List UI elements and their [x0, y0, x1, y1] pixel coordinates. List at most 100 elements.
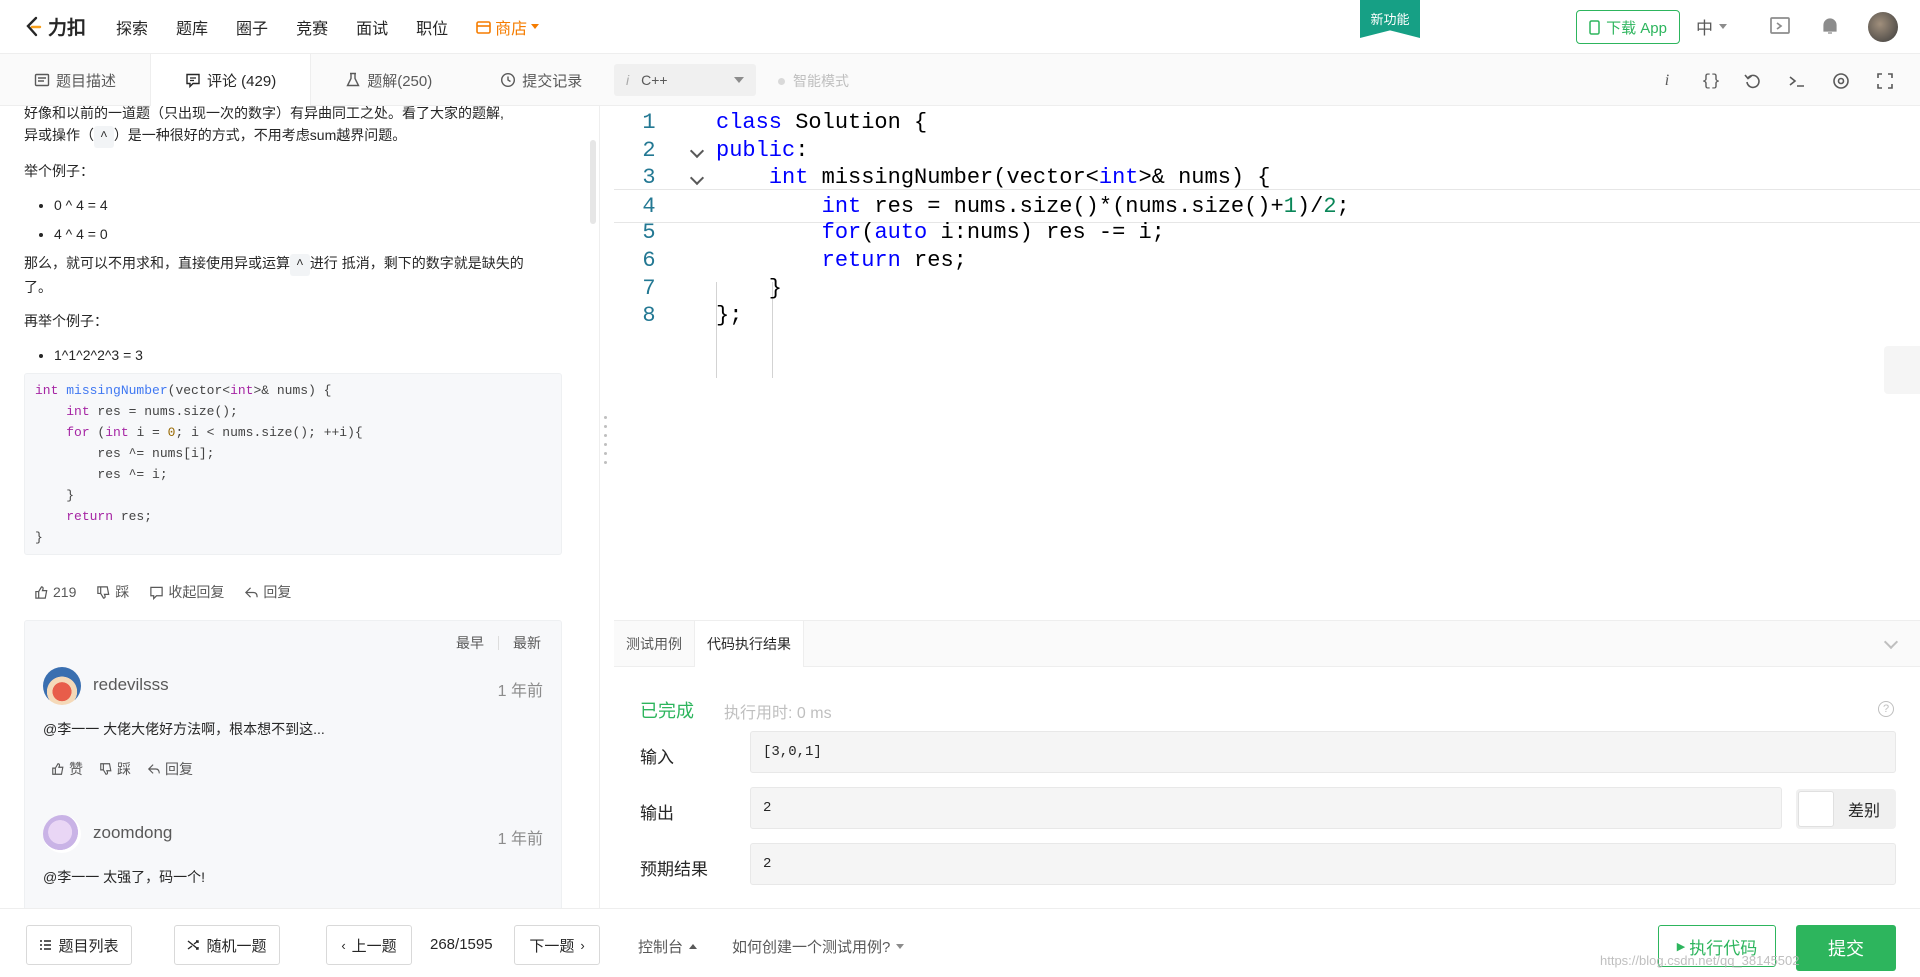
- watermark: https://blog.csdn.net/qq_38145502: [1600, 953, 1800, 968]
- reply-reply-button[interactable]: 回复: [147, 759, 193, 779]
- dislike-button[interactable]: 踩: [96, 582, 129, 602]
- tab-comments[interactable]: 评论 (429): [150, 54, 312, 106]
- console-label: 控制台: [638, 939, 684, 956]
- problem-list-button[interactable]: 题目列表: [26, 925, 132, 965]
- language-select[interactable]: i C++: [614, 64, 756, 96]
- nav-circle[interactable]: 圈子: [236, 15, 268, 39]
- code-text: };: [716, 303, 743, 329]
- scrollbar[interactable]: [590, 140, 596, 224]
- avatar[interactable]: [43, 667, 81, 705]
- random-problem-label: 随机一题: [206, 937, 267, 955]
- nav-shop[interactable]: 商店: [476, 15, 540, 39]
- random-problem-button[interactable]: 随机一题: [174, 925, 280, 965]
- thumbs-up-icon: [35, 585, 48, 599]
- list-icon: [40, 940, 52, 950]
- nav-problemset[interactable]: 题库: [176, 15, 208, 39]
- submit-button[interactable]: 提交: [1796, 925, 1896, 971]
- main-nav: 探索 题库 圈子 竞赛 面试 职位 商店: [116, 15, 540, 39]
- panel-resize-handle[interactable]: [604, 416, 608, 476]
- fold-chevron-icon[interactable]: [689, 143, 705, 158]
- fullscreen-icon[interactable]: [1874, 70, 1896, 92]
- collapse-replies-button[interactable]: 收起回复: [149, 582, 224, 602]
- braces-icon[interactable]: {}: [1700, 70, 1722, 92]
- reply-icon: [245, 586, 259, 598]
- chevron-up-icon: [689, 944, 698, 949]
- line-number: 8: [642, 303, 656, 329]
- example1-list: 0 ^ 4 = 4 4 ^ 4 = 0: [54, 194, 564, 245]
- tab-description[interactable]: 题目描述: [0, 54, 150, 106]
- sort-earliest[interactable]: 最早: [456, 633, 484, 653]
- left-tabs: 题目描述 评论 (429) 题解(250) 提交记录: [0, 54, 616, 106]
- list-item: 0 ^ 4 = 4: [54, 194, 564, 216]
- side-widget[interactable]: [1884, 346, 1920, 394]
- result-tabs: 测试用例 代码执行结果: [614, 621, 1920, 667]
- reply-dislike-button[interactable]: 踩: [99, 759, 131, 779]
- code-editor[interactable]: 1 class Solution {2 public: 3 int missingNu…: [614, 106, 1920, 620]
- playground-icon[interactable]: [1768, 14, 1792, 38]
- divider: [498, 636, 499, 650]
- example2-label: 再举个例子：: [24, 313, 108, 329]
- chevron-down-icon: [531, 24, 540, 29]
- comment-text: 好像和以前的一道题（只出现一次的数字）有异曲同工之处。看了大家的题解, 异或操作…: [24, 106, 564, 148]
- language-switch[interactable]: 中: [1696, 14, 1727, 39]
- diff-toggle[interactable]: 差别: [1796, 789, 1896, 829]
- comment-panel: 好像和以前的一道题（只出现一次的数字）有异曲同工之处。看了大家的题解, 异或操作…: [0, 106, 600, 908]
- tab-result[interactable]: 代码执行结果: [694, 621, 804, 667]
- thumbs-down-icon: [100, 763, 112, 775]
- comment-paragraph: 那么，就可以不用求和，直接使用异或运算 ^ 进行 抵消，剩下的数字就是缺失的 了。: [24, 252, 564, 298]
- info-icon[interactable]: i: [1656, 70, 1678, 92]
- console-toggle[interactable]: 控制台: [638, 936, 698, 957]
- smart-mode-dot: [778, 77, 785, 85]
- output-label: 输出: [640, 804, 674, 823]
- info-icon: i: [626, 72, 630, 88]
- list-item: 1^1^2^2^3 = 3: [54, 344, 564, 366]
- fold-chevron-icon[interactable]: [689, 171, 705, 186]
- prev-problem-button[interactable]: ‹ 上一题: [326, 925, 412, 965]
- nav-contest[interactable]: 竞赛: [296, 15, 328, 39]
- download-app-button[interactable]: 下载 App: [1576, 10, 1680, 44]
- terminal-icon[interactable]: [1786, 70, 1808, 92]
- store-icon: [476, 20, 491, 34]
- reply-sort: 最早 最新: [456, 633, 541, 653]
- tab-solutions[interactable]: 题解(250): [311, 54, 466, 106]
- tab-submissions[interactable]: 提交记录: [466, 54, 616, 106]
- chevron-down-icon: [1719, 24, 1727, 29]
- comment-icon: [150, 586, 164, 600]
- new-feature-badge[interactable]: 新功能: [1360, 0, 1420, 38]
- top-navbar: 力扣 探索 题库 圈子 竞赛 面试 职位 商店 新功能 下载 App 中: [0, 0, 1920, 54]
- shuffle-icon: [188, 940, 200, 950]
- smart-mode-toggle[interactable]: 智能模式: [778, 71, 849, 91]
- reply-icon: [147, 764, 160, 774]
- reply-button[interactable]: 回复: [244, 582, 291, 602]
- tab-testcase[interactable]: 测试用例: [614, 621, 694, 667]
- settings-icon[interactable]: [1830, 70, 1852, 92]
- paragraph-a: 那么，就可以不用求和，直接使用异或运算: [24, 255, 290, 271]
- reply-like-button[interactable]: 赞: [51, 759, 83, 779]
- output-value: 2: [750, 787, 1782, 829]
- nav-explore[interactable]: 探索: [116, 15, 148, 39]
- reply-text: @李一一 太强了，码一个!: [43, 869, 205, 885]
- comment-icon: [186, 73, 200, 88]
- phone-icon: [1589, 19, 1600, 35]
- next-problem-button[interactable]: 下一题 ›: [514, 925, 600, 965]
- tab-submissions-label: 提交记录: [522, 72, 583, 90]
- code-line[interactable]: 8};: [614, 299, 1920, 333]
- tab-comments-label: 评论 (429): [207, 72, 277, 90]
- howto-testcase-link[interactable]: 如何创建一个测试用例?: [732, 936, 905, 957]
- reply-username[interactable]: zoomdong: [93, 823, 172, 843]
- comment-body: 好像和以前的一道题（只出现一次的数字）有异曲同工之处。看了大家的题解, 异或操作…: [24, 106, 564, 555]
- drag-dot: [604, 434, 607, 437]
- reset-icon[interactable]: [1742, 70, 1764, 92]
- like-button[interactable]: 219: [34, 582, 76, 602]
- sort-latest[interactable]: 最新: [513, 633, 541, 653]
- avatar[interactable]: [43, 815, 81, 853]
- problem-list-label: 题目列表: [58, 937, 119, 955]
- user-avatar[interactable]: [1868, 12, 1898, 42]
- nav-jobs[interactable]: 职位: [416, 15, 448, 39]
- reply-username[interactable]: redevilsss: [93, 675, 169, 695]
- help-icon[interactable]: ?: [1878, 701, 1894, 717]
- nav-interview[interactable]: 面试: [356, 15, 388, 39]
- bell-icon[interactable]: [1818, 14, 1842, 38]
- logo[interactable]: 力扣: [24, 0, 86, 54]
- chevron-left-icon: ‹: [341, 937, 346, 953]
